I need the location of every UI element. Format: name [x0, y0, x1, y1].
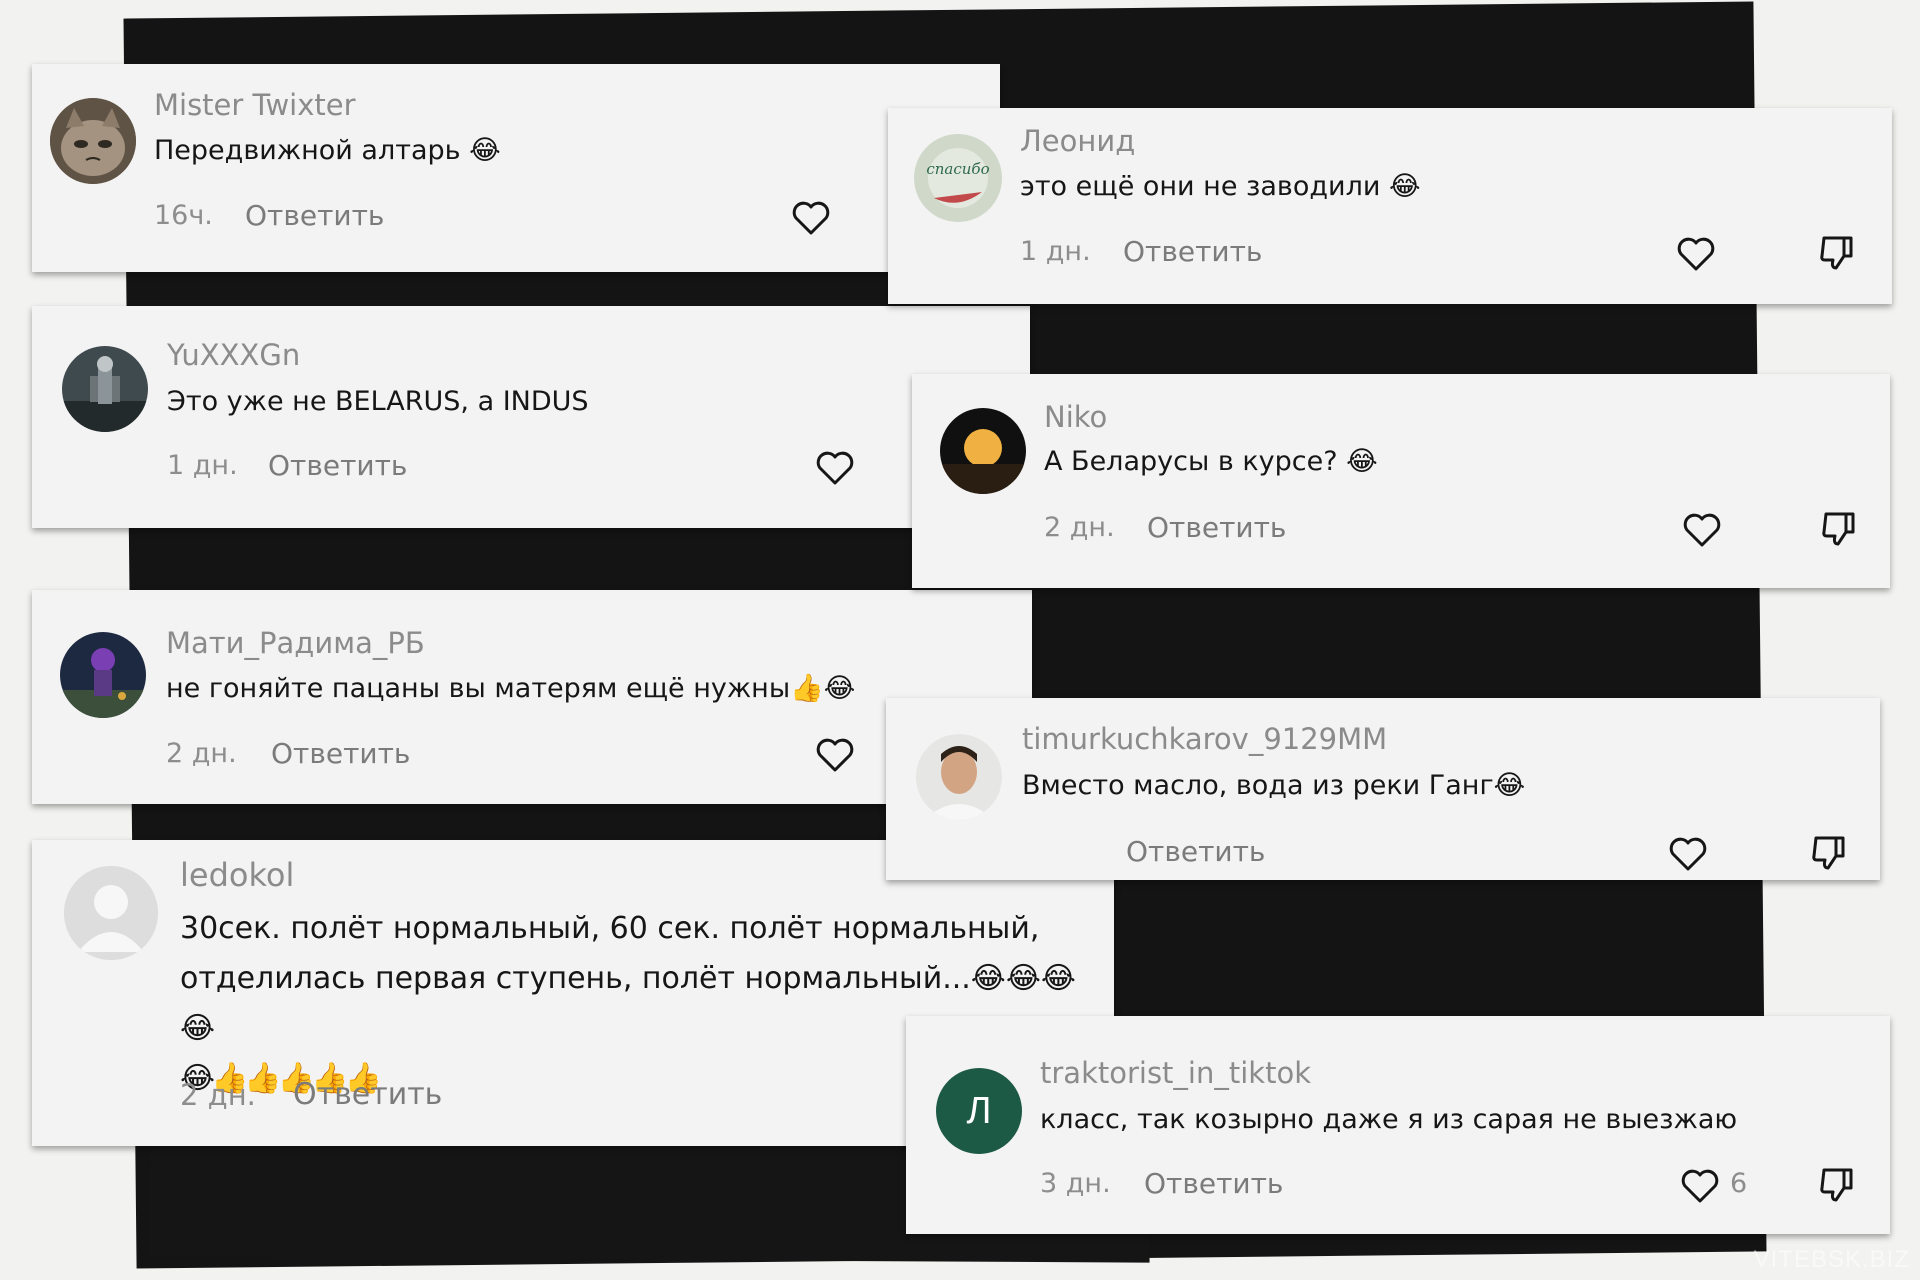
- heart-outline-icon[interactable]: [815, 450, 855, 486]
- comment-text: А Беларусы в курсе? 😂: [1044, 446, 1378, 477]
- comment-card: YuXXXGn Это уже не BELARUS, а INDUS 1 дн…: [32, 306, 1030, 528]
- reply-button[interactable]: Ответить: [268, 449, 407, 482]
- heart-outline-icon[interactable]: [815, 737, 855, 773]
- avatar[interactable]: [62, 346, 148, 432]
- cat-avatar-icon: [50, 98, 136, 184]
- heart-outline-icon[interactable]: [791, 200, 831, 236]
- timestamp: 2 дн.: [180, 1078, 256, 1112]
- comment-card: Л traktorist_in_tiktok класс, так козырн…: [906, 1016, 1890, 1234]
- username[interactable]: timurkuchkarov_9129MM: [1022, 722, 1387, 756]
- comment-text: Вместо масло, вода из реки Ганг😂: [1022, 770, 1526, 801]
- svg-text:спасибо: спасибо: [926, 160, 989, 178]
- thumbs-down-icon[interactable]: [1810, 834, 1848, 872]
- person-avatar-icon: [916, 734, 1002, 820]
- username[interactable]: Мати_Радима_РБ: [166, 626, 425, 660]
- default-user-avatar-icon: [64, 866, 158, 960]
- moon-avatar-icon: [940, 408, 1026, 494]
- timestamp: 1 дн.: [1020, 236, 1091, 267]
- watermark: VITEBSK.BIZ: [1753, 1246, 1910, 1273]
- comment-card: Niko А Беларусы в курсе? 😂 2 дн. Ответит…: [912, 374, 1890, 588]
- avatar[interactable]: [50, 98, 136, 184]
- thank-you-avatar-icon: спасибо: [914, 134, 1002, 222]
- comment-text: Это уже не BELARUS, а INDUS: [167, 386, 589, 417]
- username[interactable]: Леонид: [1020, 124, 1135, 158]
- reply-button[interactable]: Ответить: [245, 199, 384, 232]
- game-character-avatar-icon: [60, 632, 146, 718]
- timestamp: 16ч.: [154, 200, 213, 231]
- comment-text: класс, так козырно даже я из сарая не вы…: [1040, 1104, 1738, 1135]
- avatar[interactable]: [916, 734, 1002, 820]
- comment-card: спасибо Леонид это ещё они не заводили 😂…: [888, 108, 1892, 304]
- comment-text-line: 30сек. полёт нормальный, 60 сек. полёт н…: [180, 911, 1040, 946]
- timestamp: 2 дн.: [1044, 512, 1115, 543]
- robot-avatar-icon: [62, 346, 148, 432]
- username[interactable]: ledokol: [180, 856, 294, 894]
- thumbs-down-icon[interactable]: [1818, 234, 1856, 272]
- thumbs-down-icon[interactable]: [1820, 510, 1858, 548]
- avatar[interactable]: Л: [936, 1068, 1022, 1154]
- comment-text: Передвижной алтарь 😂: [154, 135, 501, 166]
- heart-outline-icon[interactable]: [1680, 1168, 1720, 1204]
- reply-button[interactable]: Ответить: [1126, 835, 1265, 868]
- avatar[interactable]: [60, 632, 146, 718]
- username[interactable]: YuXXXGn: [167, 338, 300, 372]
- comment-card: Mister Twixter Передвижной алтарь 😂 16ч.…: [32, 64, 1000, 272]
- comment-text: это ещё они не заводили 😂: [1020, 171, 1421, 202]
- comment-card: timurkuchkarov_9129MM Вместо масло, вода…: [886, 698, 1880, 880]
- timestamp: 2 дн.: [166, 738, 237, 769]
- avatar-letter: Л: [966, 1089, 992, 1132]
- timestamp: 1 дн.: [167, 450, 238, 481]
- timestamp: 3 дн.: [1040, 1168, 1111, 1199]
- reply-button[interactable]: Ответить: [293, 1077, 442, 1112]
- reply-button[interactable]: Ответить: [1123, 235, 1262, 268]
- reply-button[interactable]: Ответить: [271, 737, 410, 770]
- username[interactable]: Mister Twixter: [154, 88, 356, 122]
- heart-outline-icon[interactable]: [1668, 836, 1708, 872]
- avatar[interactable]: [64, 866, 158, 960]
- avatar[interactable]: спасибо: [914, 134, 1002, 222]
- like-count: 6: [1730, 1168, 1748, 1199]
- reply-button[interactable]: Ответить: [1144, 1167, 1283, 1200]
- comment-card: Мати_Радима_РБ не гоняйте пацаны вы мате…: [32, 590, 1032, 804]
- heart-outline-icon[interactable]: [1676, 236, 1716, 272]
- comment-text: не гоняйте пацаны вы матерям ещё нужны👍😂: [166, 673, 856, 704]
- avatar[interactable]: [940, 408, 1026, 494]
- thumbs-down-icon[interactable]: [1818, 1166, 1856, 1204]
- username[interactable]: Niko: [1044, 400, 1107, 434]
- heart-outline-icon[interactable]: [1682, 512, 1722, 548]
- reply-button[interactable]: Ответить: [1147, 511, 1286, 544]
- username[interactable]: traktorist_in_tiktok: [1040, 1056, 1311, 1090]
